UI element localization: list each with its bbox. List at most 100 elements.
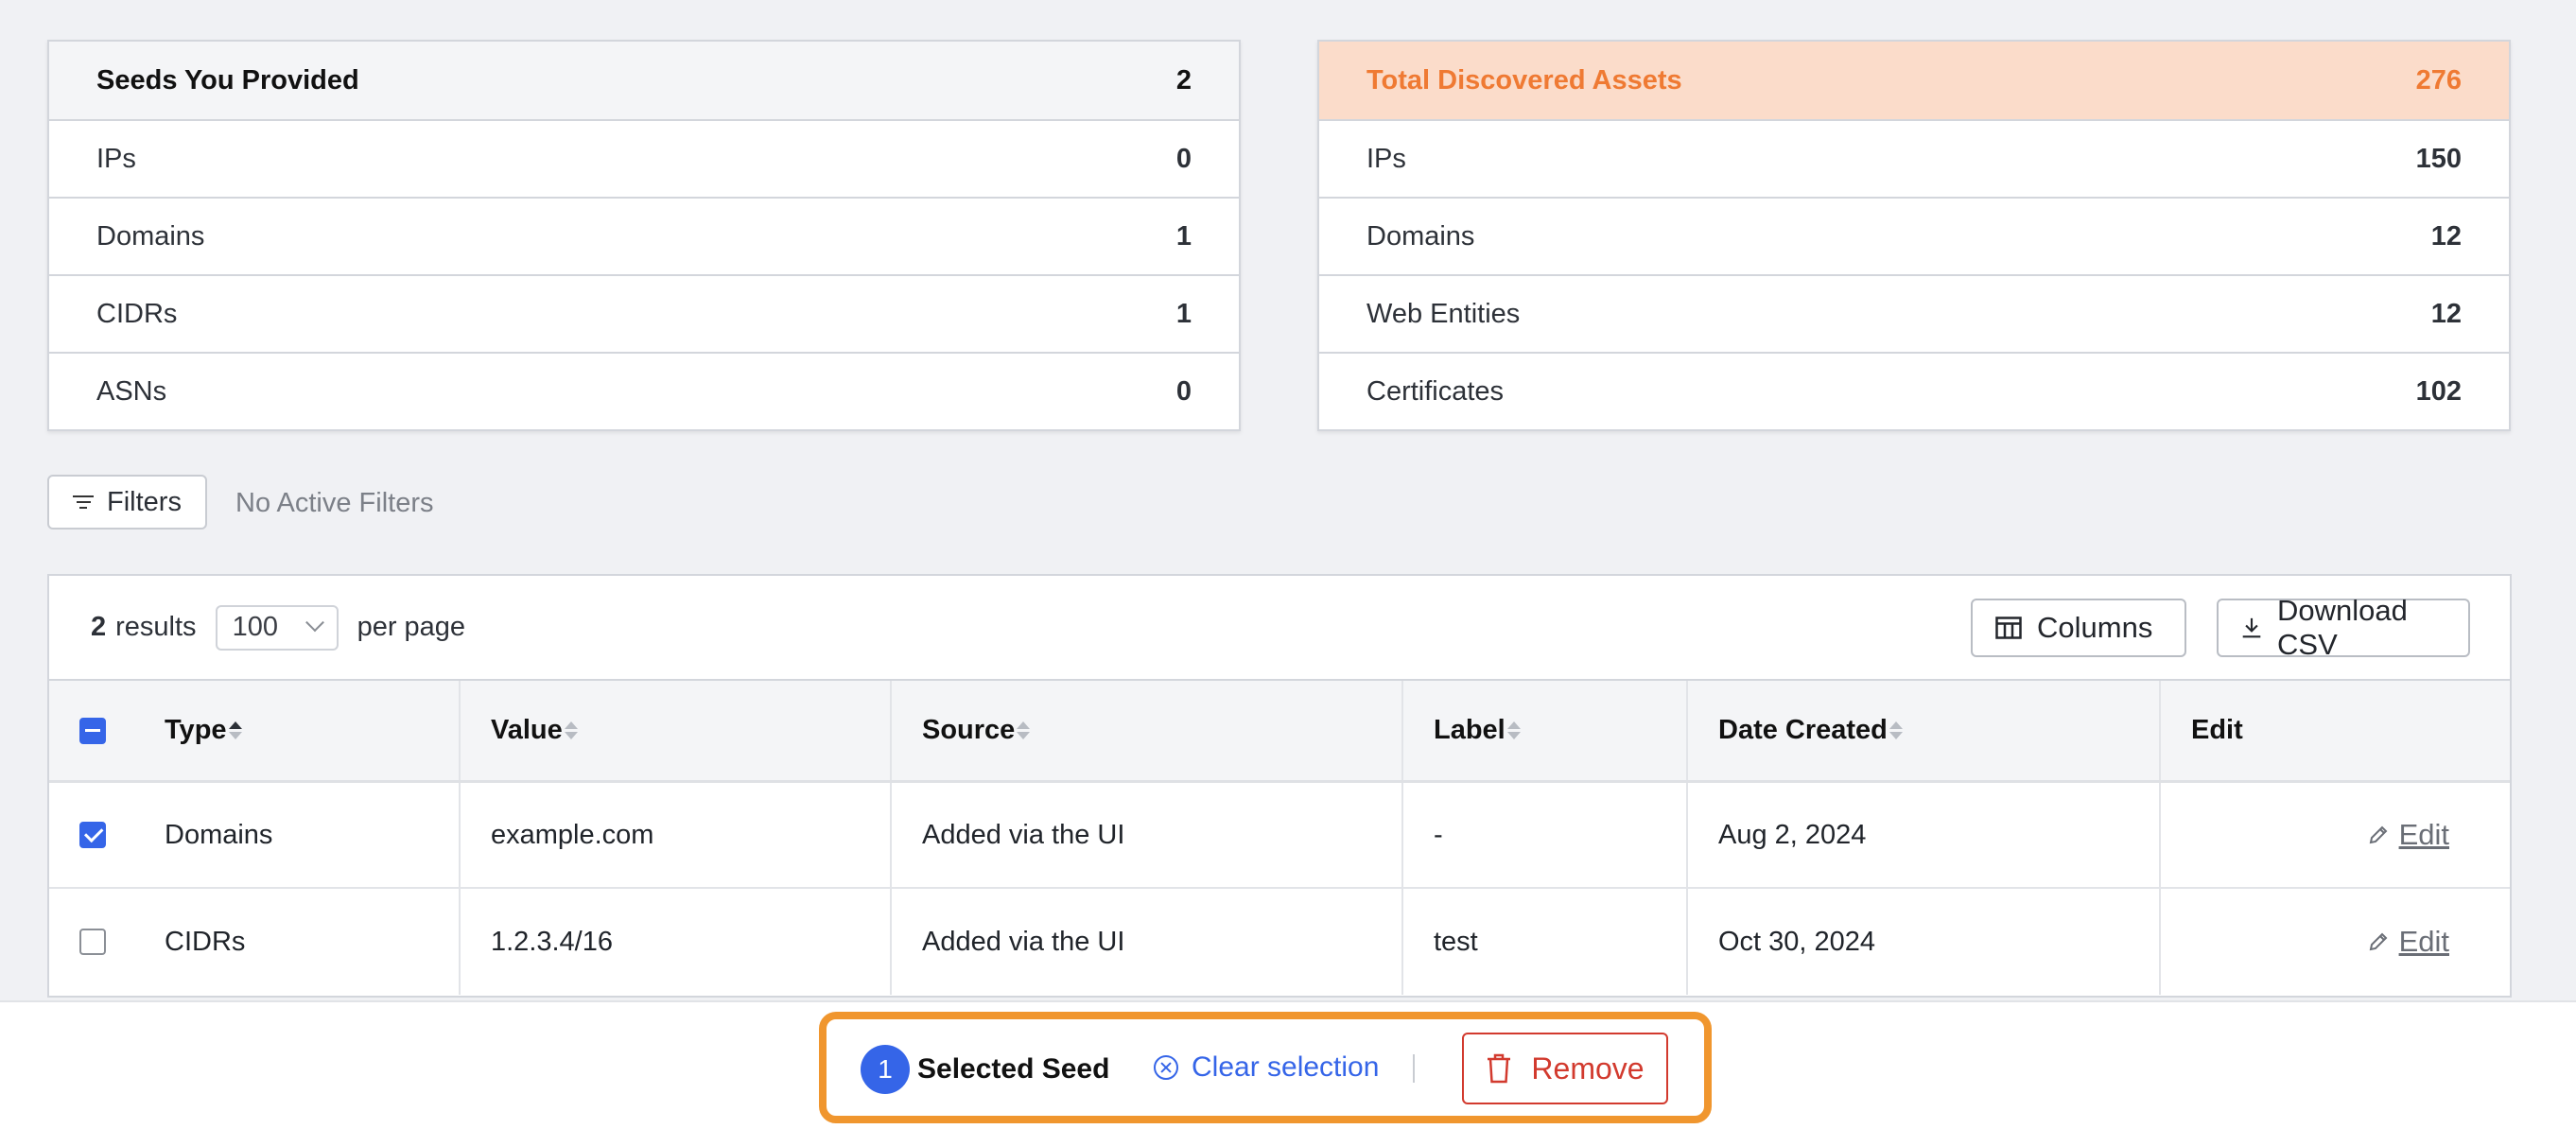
seeds-row-value: 1 — [1175, 298, 1192, 329]
discovered-summary-card: Total Discovered Assets 276 IPs 150 Doma… — [1317, 40, 2511, 431]
download-icon — [2242, 617, 2261, 638]
header-edit: Edit — [2159, 681, 2510, 780]
action-divider — [1413, 1054, 1415, 1083]
seeds-summary-header: Seeds You Provided 2 — [49, 42, 1239, 119]
discovered-summary-title: Total Discovered Assets — [1366, 64, 1682, 96]
discovered-row-certificates: Certificates 102 — [1319, 352, 2509, 429]
per-page-value: 100 — [232, 612, 278, 642]
row-checkbox[interactable] — [79, 929, 106, 955]
cell-type-text: Domains — [165, 819, 273, 850]
discovered-summary-total: 276 — [2415, 64, 2462, 96]
edit-link[interactable]: Edit — [2367, 818, 2449, 852]
header-value[interactable]: Value — [459, 681, 890, 780]
header-source-label: Source — [922, 715, 1016, 745]
columns-button-label: Columns — [2037, 611, 2153, 644]
cell-value: example.com — [459, 783, 890, 887]
chevron-down-icon — [305, 612, 324, 632]
seeds-row-label: CIDRs — [96, 298, 178, 329]
select-all-checkbox[interactable] — [79, 717, 106, 744]
clear-selection-link[interactable]: Clear selection — [1154, 1051, 1379, 1084]
cell-value: 1.2.3.4/16 — [459, 889, 890, 995]
discovered-row-ips: IPs 150 — [1319, 119, 2509, 197]
discovered-row-web-entities: Web Entities 12 — [1319, 274, 2509, 352]
header-type-label: Type — [165, 715, 227, 745]
seeds-row-value: 0 — [1175, 375, 1192, 407]
pencil-icon — [2369, 932, 2387, 951]
header-date-created[interactable]: Date Created — [1686, 681, 2159, 780]
cell-edit: Edit — [2159, 889, 2510, 995]
discovered-row-label: Certificates — [1366, 375, 1505, 407]
results-count-suffix: results — [115, 612, 197, 642]
seeds-summary-card: Seeds You Provided 2 IPs 0 Domains 1 CID… — [47, 40, 1241, 431]
columns-button[interactable]: Columns — [1971, 599, 2186, 657]
discovered-summary-header: Total Discovered Assets 276 — [1319, 42, 2509, 119]
header-source[interactable]: Source — [890, 681, 1401, 780]
discovered-row-value: 12 — [2430, 220, 2462, 252]
columns-icon — [1995, 617, 2022, 639]
selected-seed-label: Selected Seed — [917, 1053, 1110, 1085]
per-page-select[interactable]: 100 — [215, 604, 339, 651]
download-csv-button[interactable]: Download CSV — [2217, 594, 2470, 661]
seeds-row-asns: ASNs 0 — [49, 352, 1239, 429]
sort-icon — [1506, 721, 1521, 739]
sort-icon — [228, 721, 242, 739]
discovered-row-domains: Domains 12 — [1319, 197, 2509, 274]
header-type[interactable]: Type — [49, 681, 459, 780]
filters-button[interactable]: Filters — [47, 475, 207, 530]
table-row[interactable]: Domains example.com Added via the UI - A… — [49, 783, 2510, 889]
discovered-row-value: 12 — [2430, 298, 2462, 329]
edit-link[interactable]: Edit — [2367, 925, 2449, 959]
cell-source: Added via the UI — [890, 783, 1401, 887]
filter-icon — [73, 495, 95, 509]
header-label-label: Label — [1434, 715, 1506, 745]
cell-label: - — [1401, 783, 1686, 887]
selected-count-badge: 1 — [861, 1045, 910, 1094]
seeds-summary-title: Seeds You Provided — [96, 64, 359, 96]
edit-link-label: Edit — [2398, 818, 2449, 851]
header-edit-label: Edit — [2191, 715, 2243, 745]
remove-button-label: Remove — [1531, 1051, 1645, 1086]
close-circle-icon — [1154, 1055, 1178, 1080]
cell-label: test — [1401, 889, 1686, 995]
table-row[interactable]: CIDRs 1.2.3.4/16 Added via the UI test O… — [49, 889, 2510, 995]
cell-source: Added via the UI — [890, 889, 1401, 995]
edit-link-label: Edit — [2398, 925, 2449, 958]
active-filters-status: No Active Filters — [235, 488, 434, 518]
cell-edit: Edit — [2159, 783, 2510, 887]
header-date-created-label: Date Created — [1718, 715, 1888, 745]
sort-icon — [1017, 721, 1031, 739]
table-header-row: Type Value Source Label Date Created Edi… — [49, 681, 2510, 783]
pencil-icon — [2369, 825, 2387, 844]
seeds-row-value: 1 — [1175, 220, 1192, 252]
cell-type-text: CIDRs — [165, 926, 246, 957]
discovered-row-value: 150 — [2415, 143, 2462, 174]
sort-icon — [564, 721, 578, 739]
filters-button-label: Filters — [107, 486, 182, 517]
table-toolbar: 2 results 100 per page Columns Download … — [49, 576, 2510, 681]
discovered-row-label: Web Entities — [1366, 298, 1521, 329]
seeds-row-cidrs: CIDRs 1 — [49, 274, 1239, 352]
seeds-row-ips: IPs 0 — [49, 119, 1239, 197]
remove-button[interactable]: Remove — [1462, 1033, 1668, 1104]
trash-icon — [1488, 1053, 1511, 1084]
sort-icon — [1888, 721, 1903, 739]
seeds-row-label: ASNs — [96, 375, 167, 407]
per-page-label: per page — [357, 612, 466, 642]
seeds-row-domains: Domains 1 — [49, 197, 1239, 274]
header-label[interactable]: Label — [1401, 681, 1686, 780]
discovered-row-label: IPs — [1366, 143, 1406, 174]
seeds-row-label: IPs — [96, 143, 136, 174]
cell-type: CIDRs — [49, 889, 459, 995]
download-csv-label: Download CSV — [2277, 594, 2408, 661]
seeds-row-label: Domains — [96, 220, 205, 252]
seeds-row-value: 0 — [1175, 143, 1192, 174]
discovered-row-label: Domains — [1366, 220, 1475, 252]
cell-type: Domains — [49, 783, 459, 887]
cell-date-created: Aug 2, 2024 — [1686, 783, 2159, 887]
header-value-label: Value — [491, 715, 563, 745]
clear-selection-label: Clear selection — [1192, 1051, 1380, 1083]
row-checkbox[interactable] — [79, 822, 106, 848]
results-count: 2 — [91, 612, 107, 642]
seeds-summary-total: 2 — [1175, 64, 1192, 96]
cell-date-created: Oct 30, 2024 — [1686, 889, 2159, 995]
